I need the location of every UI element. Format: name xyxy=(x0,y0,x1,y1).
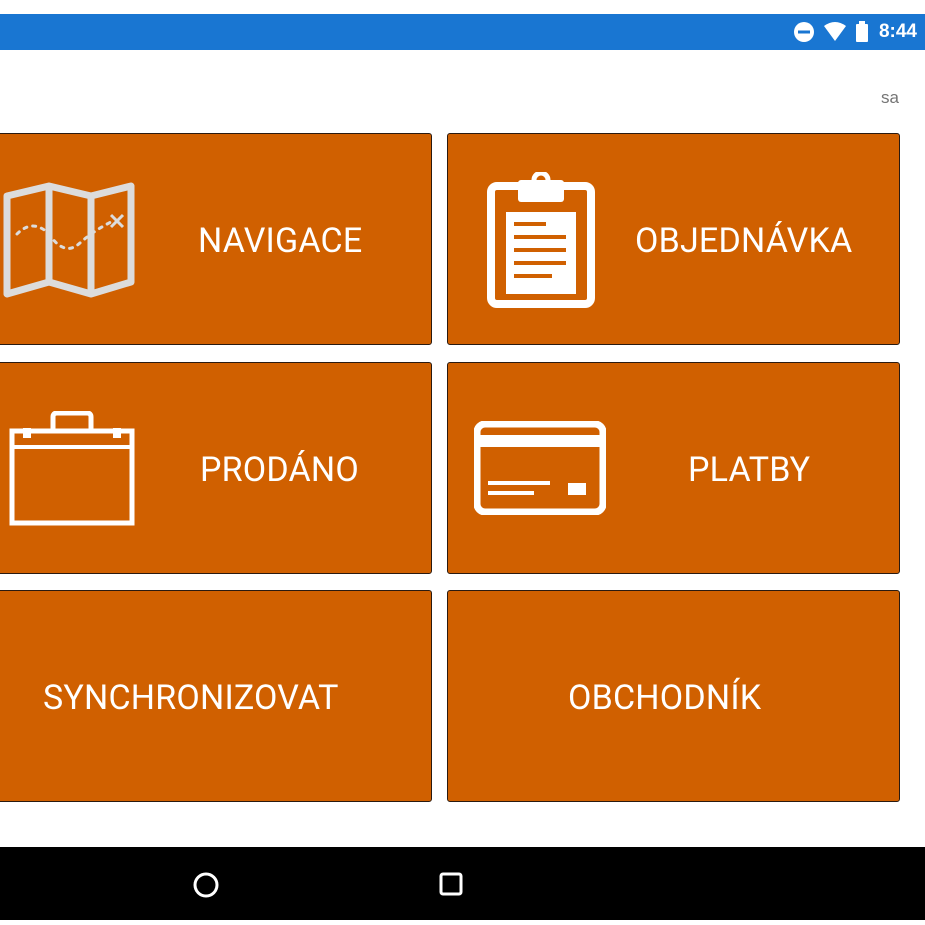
clipboard-icon xyxy=(486,170,596,312)
tile-label: OBCHODNÍK xyxy=(568,678,762,718)
map-icon xyxy=(3,182,135,302)
home-circle-icon xyxy=(192,872,220,903)
tile-objednavka[interactable]: OBJEDNÁVKA xyxy=(447,133,900,345)
user-label: sa xyxy=(881,88,899,107)
tile-prodano[interactable]: PRODÁNO xyxy=(0,362,432,574)
tile-synchronizovat[interactable]: SYNCHRONIZOVAT xyxy=(0,590,432,802)
tile-label: NAVIGACE xyxy=(198,221,363,261)
tile-label: SYNCHRONIZOVAT xyxy=(43,678,339,718)
tile-label: OBJEDNÁVKA xyxy=(635,221,853,261)
tile-platby[interactable]: PLATBY xyxy=(447,362,900,574)
home-button[interactable] xyxy=(192,871,220,903)
navigation-bar xyxy=(0,847,925,920)
status-icons: 8:44 xyxy=(793,14,917,50)
recents-button[interactable] xyxy=(439,872,463,900)
tile-obchodnik[interactable]: OBCHODNÍK xyxy=(447,590,900,802)
status-clock: 8:44 xyxy=(878,21,917,42)
top-strip xyxy=(0,0,925,14)
tile-navigace[interactable]: NAVIGACE xyxy=(0,133,432,345)
tile-label: PLATBY xyxy=(688,450,811,490)
battery-icon xyxy=(855,21,869,43)
do-not-disturb-icon xyxy=(793,21,815,43)
bottom-strip xyxy=(0,920,925,925)
credit-card-icon xyxy=(473,420,607,519)
status-bar: 8:44 xyxy=(0,14,925,50)
tile-label: PRODÁNO xyxy=(200,450,359,490)
recents-square-icon xyxy=(439,872,463,900)
wifi-icon xyxy=(823,22,847,42)
briefcase-icon xyxy=(9,410,135,531)
